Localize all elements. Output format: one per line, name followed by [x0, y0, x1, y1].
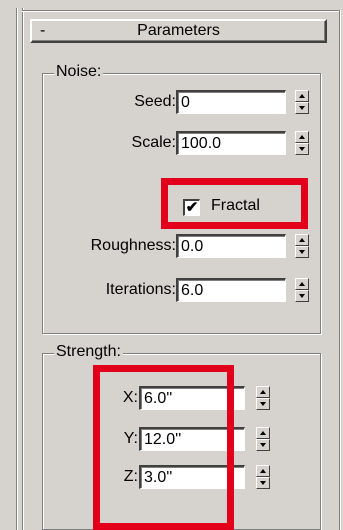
spinner-down-arrow-icon	[260, 481, 266, 485]
strength-y-spinner-up[interactable]	[256, 427, 270, 439]
strength-z-spinner-up[interactable]	[256, 465, 270, 477]
spinner-down-arrow-icon	[260, 402, 266, 406]
spinner-up-arrow-icon	[260, 469, 266, 473]
strength-xyz-highlight-box	[93, 365, 234, 530]
spinner-up-arrow-icon	[299, 135, 305, 139]
strength-x-spinner-up[interactable]	[256, 386, 270, 398]
spinner-up-arrow-icon	[260, 431, 266, 435]
spinner-up-arrow-icon	[299, 94, 305, 98]
seed-spinner[interactable]	[295, 90, 309, 114]
parameters-rollout-header[interactable]: - Parameters	[30, 19, 327, 43]
roughness-spinner-up[interactable]	[295, 234, 309, 246]
spinner-up-arrow-icon	[260, 390, 266, 394]
scale-spinner[interactable]	[295, 131, 309, 155]
panel-left-border	[16, 8, 18, 530]
strength-y-spinner[interactable]	[256, 427, 270, 451]
spinner-down-arrow-icon	[299, 250, 305, 254]
scale-label: Scale:	[131, 134, 176, 151]
seed-spinner-up[interactable]	[295, 90, 309, 102]
iterations-spinner-up[interactable]	[295, 278, 309, 290]
seed-label: Seed:	[134, 93, 176, 110]
scale-spinner-up[interactable]	[295, 131, 309, 143]
iterations-spinner-down[interactable]	[295, 290, 309, 302]
roughness-label: Roughness:	[90, 237, 176, 254]
iterations-spinner[interactable]	[295, 278, 309, 302]
panel-top-border	[22, 10, 340, 12]
spinner-down-arrow-icon	[299, 147, 305, 151]
strength-group-legend: Strength:	[54, 343, 123, 361]
spinner-down-arrow-icon	[299, 106, 305, 110]
strength-z-spinner[interactable]	[256, 465, 270, 489]
spinner-up-arrow-icon	[299, 238, 305, 242]
rollout-title: Parameters	[137, 22, 220, 39]
strength-y-spinner-down[interactable]	[256, 439, 270, 451]
strength-x-spinner-down[interactable]	[256, 398, 270, 410]
roughness-spinner-down[interactable]	[295, 246, 309, 258]
spinner-up-arrow-icon	[299, 282, 305, 286]
iterations-label: Iterations:	[105, 281, 176, 298]
noise-group-legend: Noise:	[54, 63, 104, 81]
roughness-input[interactable]	[176, 234, 286, 258]
scale-input[interactable]	[176, 131, 286, 155]
strength-z-spinner-down[interactable]	[256, 477, 270, 489]
seed-input[interactable]	[176, 90, 286, 114]
scale-spinner-down[interactable]	[295, 143, 309, 155]
spinner-down-arrow-icon	[260, 443, 266, 447]
seed-spinner-down[interactable]	[295, 102, 309, 114]
roughness-spinner[interactable]	[295, 234, 309, 258]
panel-inner-left-border	[22, 8, 24, 530]
spinner-down-arrow-icon	[299, 294, 305, 298]
panel-right-border	[339, 10, 341, 530]
fractal-highlight-box	[161, 178, 308, 229]
iterations-input[interactable]	[176, 278, 286, 302]
strength-x-spinner[interactable]	[256, 386, 270, 410]
